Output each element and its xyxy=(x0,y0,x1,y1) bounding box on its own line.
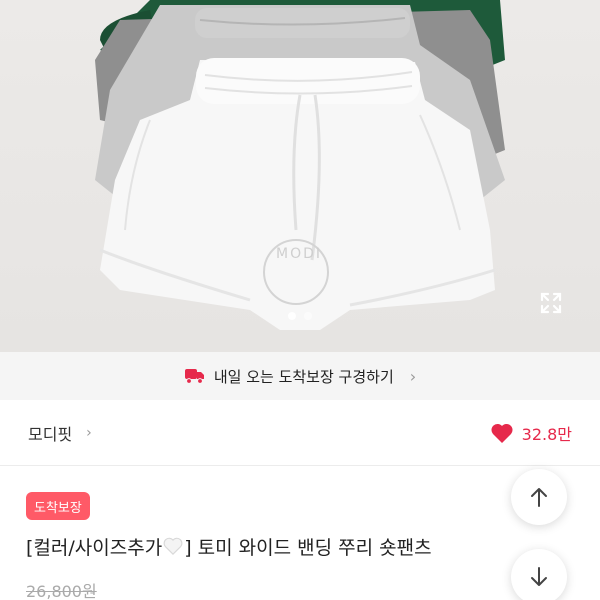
product-title-suffix: ] 토미 와이드 밴딩 쭈리 숏팬츠 xyxy=(184,537,432,559)
expand-icon xyxy=(540,292,562,314)
white-heart-icon xyxy=(162,536,184,561)
scroll-up-button[interactable] xyxy=(511,469,567,525)
shorts-photo xyxy=(95,0,505,330)
shop-row: 모디핏 › 32.8만 xyxy=(0,400,600,466)
chevron-right-icon: › xyxy=(86,424,92,441)
like-count: 32.8만 xyxy=(521,424,572,444)
like-button[interactable]: 32.8만 xyxy=(490,421,572,445)
chevron-right-icon: › xyxy=(409,366,417,386)
original-price: 26,800원 xyxy=(26,582,97,600)
arrow-down-icon xyxy=(531,567,547,586)
expand-image-button[interactable] xyxy=(538,290,578,330)
scroll-down-button[interactable] xyxy=(511,549,567,600)
product-title: [컬러/사이즈추가 ] 토미 와이드 밴딩 쭈리 숏팬츠 xyxy=(26,533,432,561)
product-image[interactable]: MODI xyxy=(0,0,600,352)
heart-icon xyxy=(491,423,513,443)
carousel-dot[interactable] xyxy=(304,312,312,320)
arrival-guarantee-badge: 도착보장 xyxy=(26,492,90,520)
banner-text: 내일 오는 도착보장 구경하기 xyxy=(213,367,394,386)
carousel-dots xyxy=(0,312,600,320)
shop-name: 모디핏 xyxy=(28,424,73,444)
truck-icon xyxy=(184,367,206,385)
product-title-prefix: [컬러/사이즈추가 xyxy=(26,537,163,559)
watermark-text: MODI xyxy=(276,246,323,262)
arrival-guarantee-banner[interactable]: 내일 오는 도착보장 구경하기 › xyxy=(0,352,600,400)
arrow-up-icon xyxy=(531,488,547,507)
carousel-dot[interactable] xyxy=(288,312,296,320)
shop-link[interactable]: 모디핏 › xyxy=(28,421,92,445)
